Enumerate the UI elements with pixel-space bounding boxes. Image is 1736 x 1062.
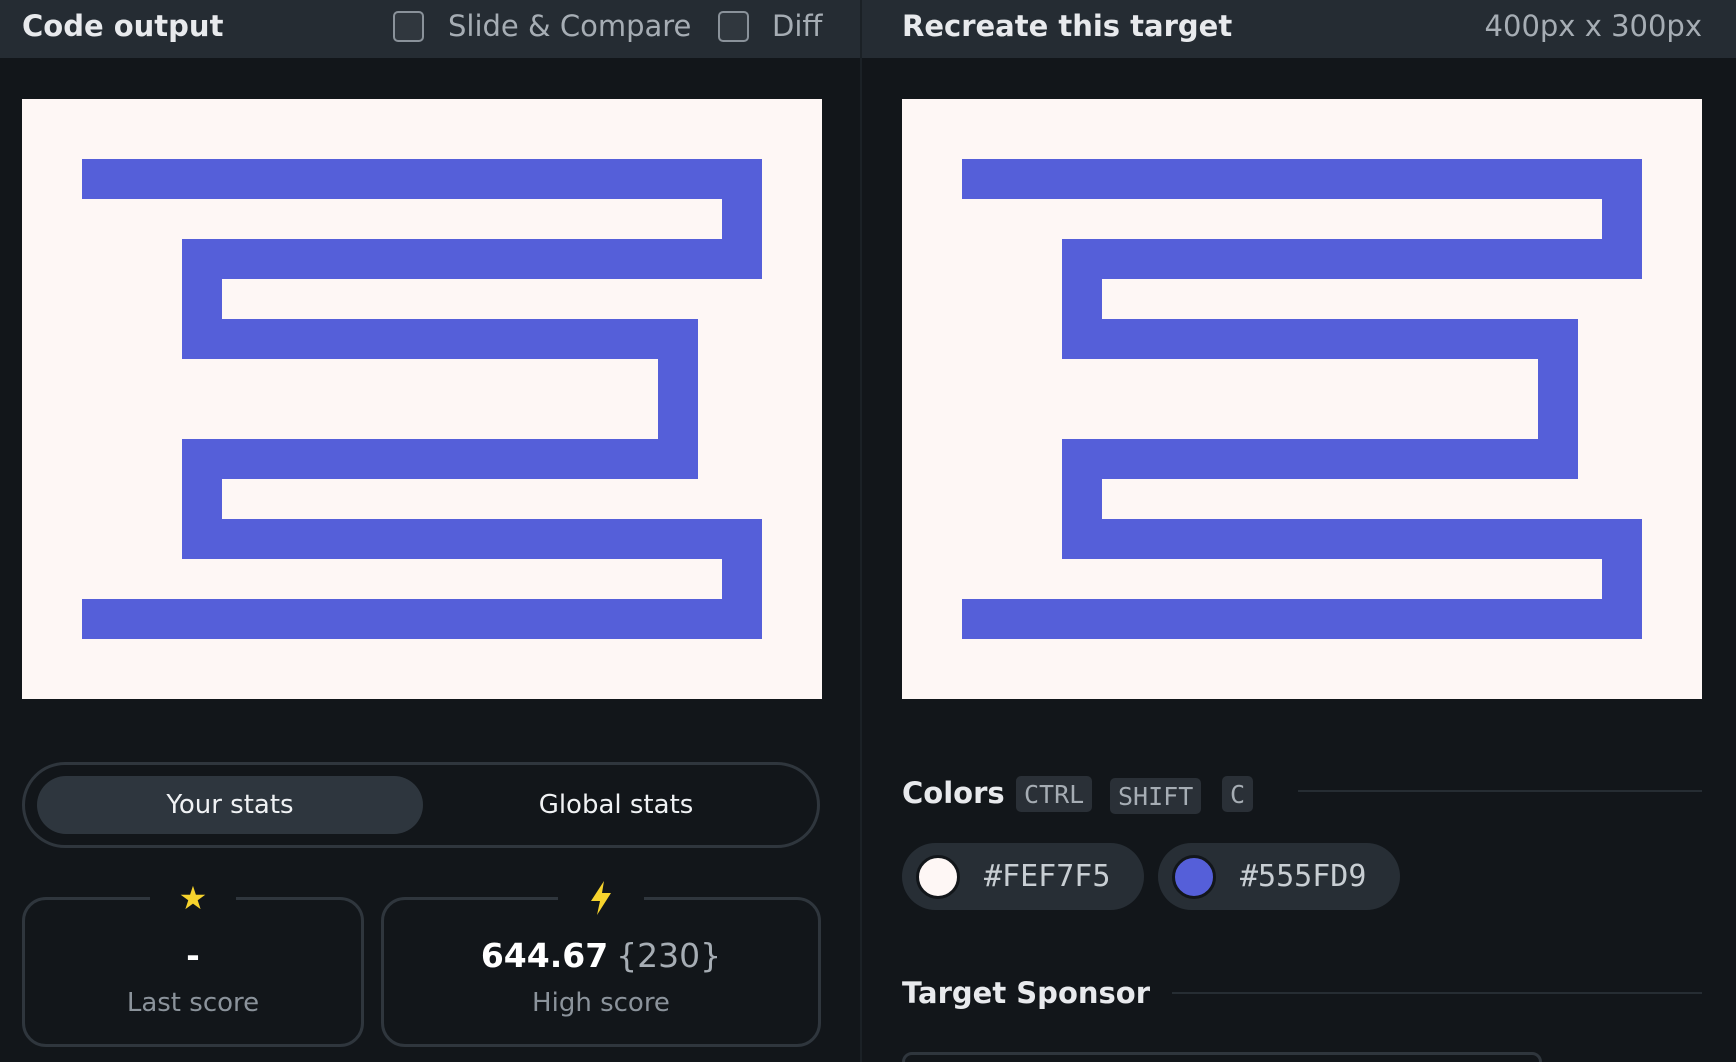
- colors-title: Colors: [902, 776, 1005, 810]
- high-score-extra: {230}: [616, 936, 722, 975]
- color-dot: [1172, 855, 1216, 899]
- diff-label[interactable]: Diff: [772, 8, 822, 44]
- output-zigzag: [82, 159, 762, 639]
- colors-divider: [1298, 790, 1702, 792]
- slide-compare-checkbox[interactable]: [393, 11, 424, 42]
- code-output-title: Code output: [22, 9, 224, 43]
- target-sponsor-title: Target Sponsor: [902, 976, 1151, 1010]
- target-canvas: [902, 99, 1702, 699]
- stats-toggle: Your stats Global stats: [22, 762, 820, 848]
- target-dimensions: 400px x 300px: [1484, 9, 1702, 43]
- high-score-label: High score: [532, 988, 670, 1018]
- code-output-canvas[interactable]: [22, 99, 822, 699]
- color-swatch-shape[interactable]: #555FD9: [1158, 843, 1400, 910]
- color-dot: [916, 855, 960, 899]
- color-swatch-background[interactable]: #FEF7F5: [902, 843, 1144, 910]
- output-shape: [82, 159, 762, 639]
- diff-checkbox[interactable]: [718, 11, 749, 42]
- high-score-value: 644.67: [480, 936, 609, 975]
- sponsor-card[interactable]: [902, 1052, 1542, 1062]
- last-score-card: ★ - Last score: [22, 876, 364, 1047]
- color-hex: #FEF7F5: [984, 859, 1111, 894]
- sponsor-divider: [1172, 992, 1702, 994]
- shortcut-key-c: C: [1222, 776, 1254, 812]
- shortcut-key-shift: SHIFT: [1110, 778, 1202, 814]
- panel-divider: [860, 0, 862, 1062]
- global-stats-tab[interactable]: Global stats: [423, 776, 809, 834]
- target-zigzag: [962, 159, 1642, 639]
- last-score-value: -: [186, 936, 200, 975]
- high-score-card: 644.67 {230} High score: [381, 876, 821, 1047]
- slide-compare-label[interactable]: Slide & Compare: [448, 8, 691, 44]
- your-stats-tab[interactable]: Your stats: [37, 776, 423, 834]
- lightning-icon: [558, 876, 644, 920]
- star-icon: ★: [150, 876, 236, 920]
- high-score-value-row: 644.67 {230}: [384, 936, 818, 975]
- target-title: Recreate this target: [902, 9, 1233, 43]
- target-shape: [962, 159, 1642, 639]
- last-score-label: Last score: [126, 988, 260, 1018]
- shortcut-key-ctrl: CTRL: [1016, 776, 1093, 812]
- color-hex: #555FD9: [1240, 859, 1367, 894]
- top-bar: [0, 0, 1736, 58]
